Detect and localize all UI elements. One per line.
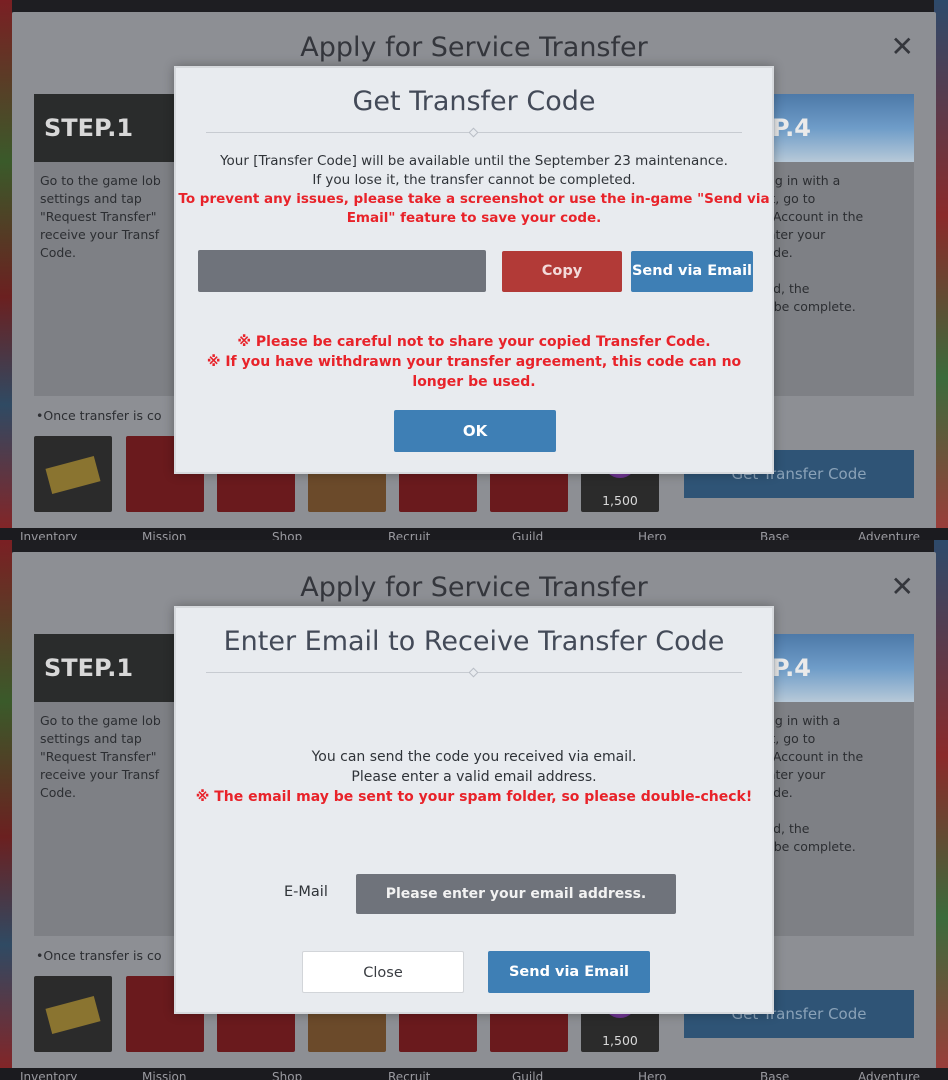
gold-ticket-icon — [45, 455, 101, 495]
reward-item — [34, 976, 112, 1052]
title-divider — [206, 667, 742, 678]
nav-inventory[interactable]: Inventory — [20, 530, 77, 540]
enter-email-dialog: Enter Email to Receive Transfer Code You… — [174, 606, 774, 1014]
close-button[interactable]: Close — [302, 951, 464, 993]
bottom-nav-bar: Inventory Mission Shop Recruit Guild Her… — [0, 528, 948, 540]
nav-recruit[interactable]: Recruit — [388, 530, 430, 540]
screenshot-warning-text: To prevent any issues, please take a scr… — [178, 191, 770, 207]
send-via-email-button[interactable]: Send via Email — [488, 951, 650, 993]
dialog-title: Get Transfer Code — [352, 86, 596, 117]
divider-ornament-icon — [468, 667, 479, 678]
close-icon[interactable]: ✕ — [891, 30, 914, 63]
transfer-code-field — [198, 250, 486, 292]
screen-enter-email: Apply for Service Transfer ✕ STEP.1 Go t… — [0, 540, 948, 1080]
email-info-text: You can send the code you received via e… — [311, 749, 637, 765]
email-label: E-Mail — [284, 884, 328, 900]
nav-base[interactable]: Base — [760, 1070, 789, 1080]
email-info-text: Please enter a valid email address. — [351, 769, 597, 785]
spam-warning-text: ※ The email may be sent to your spam fol… — [195, 789, 753, 805]
transfer-note: •Once transfer is co — [36, 408, 162, 423]
nav-base[interactable]: Base — [760, 530, 789, 540]
dialog-title: Enter Email to Receive Transfer Code — [223, 626, 725, 657]
reward-quantity: 1,500 — [602, 1033, 638, 1048]
nav-adventure[interactable]: Adventure — [858, 530, 920, 540]
game-background-right — [934, 0, 948, 540]
get-transfer-code-dialog: Get Transfer Code Your [Transfer Code] w… — [174, 66, 774, 474]
nav-inventory[interactable]: Inventory — [20, 1070, 77, 1080]
withdraw-caution-text: ※ If you have withdrawn your transfer ag… — [206, 354, 742, 370]
nav-mission[interactable]: Mission — [142, 530, 186, 540]
nav-hero[interactable]: Hero — [638, 530, 666, 540]
ok-button[interactable]: OK — [394, 410, 556, 452]
window-title: Apply for Service Transfer — [300, 32, 648, 63]
title-divider — [206, 127, 742, 138]
nav-mission[interactable]: Mission — [142, 1070, 186, 1080]
nav-guild[interactable]: Guild — [512, 530, 543, 540]
send-via-email-button[interactable]: Send via Email — [631, 251, 753, 292]
withdraw-caution-text: longer be used. — [412, 374, 536, 390]
availability-text: Your [Transfer Code] will be available u… — [220, 153, 728, 169]
reward-quantity: 1,500 — [602, 493, 638, 508]
close-icon[interactable]: ✕ — [891, 570, 914, 603]
transfer-note: •Once transfer is co — [36, 948, 162, 963]
gold-ticket-icon — [45, 995, 101, 1035]
nav-adventure[interactable]: Adventure — [858, 1070, 920, 1080]
reward-item — [34, 436, 112, 512]
screen-get-transfer-code: Apply for Service Transfer ✕ STEP.1 Go t… — [0, 0, 948, 540]
game-background-right — [934, 540, 948, 1080]
nav-guild[interactable]: Guild — [512, 1070, 543, 1080]
nav-shop[interactable]: Shop — [272, 1070, 302, 1080]
game-top-bar — [0, 0, 948, 12]
email-input[interactable] — [356, 874, 676, 914]
nav-shop[interactable]: Shop — [272, 530, 302, 540]
divider-ornament-icon — [468, 127, 479, 138]
share-caution-text: ※ Please be careful not to share your co… — [237, 334, 711, 350]
copy-button[interactable]: Copy — [502, 251, 622, 292]
window-title: Apply for Service Transfer — [300, 572, 648, 603]
bottom-nav-bar: Inventory Mission Shop Recruit Guild Her… — [0, 1068, 948, 1080]
game-top-bar — [0, 540, 948, 552]
nav-hero[interactable]: Hero — [638, 1070, 666, 1080]
loss-warning-text: If you lose it, the transfer cannot be c… — [312, 172, 636, 188]
game-background-left — [0, 540, 12, 1080]
nav-recruit[interactable]: Recruit — [388, 1070, 430, 1080]
screenshot-warning-text: Email" feature to save your code. — [346, 210, 602, 226]
game-background-left — [0, 0, 12, 540]
